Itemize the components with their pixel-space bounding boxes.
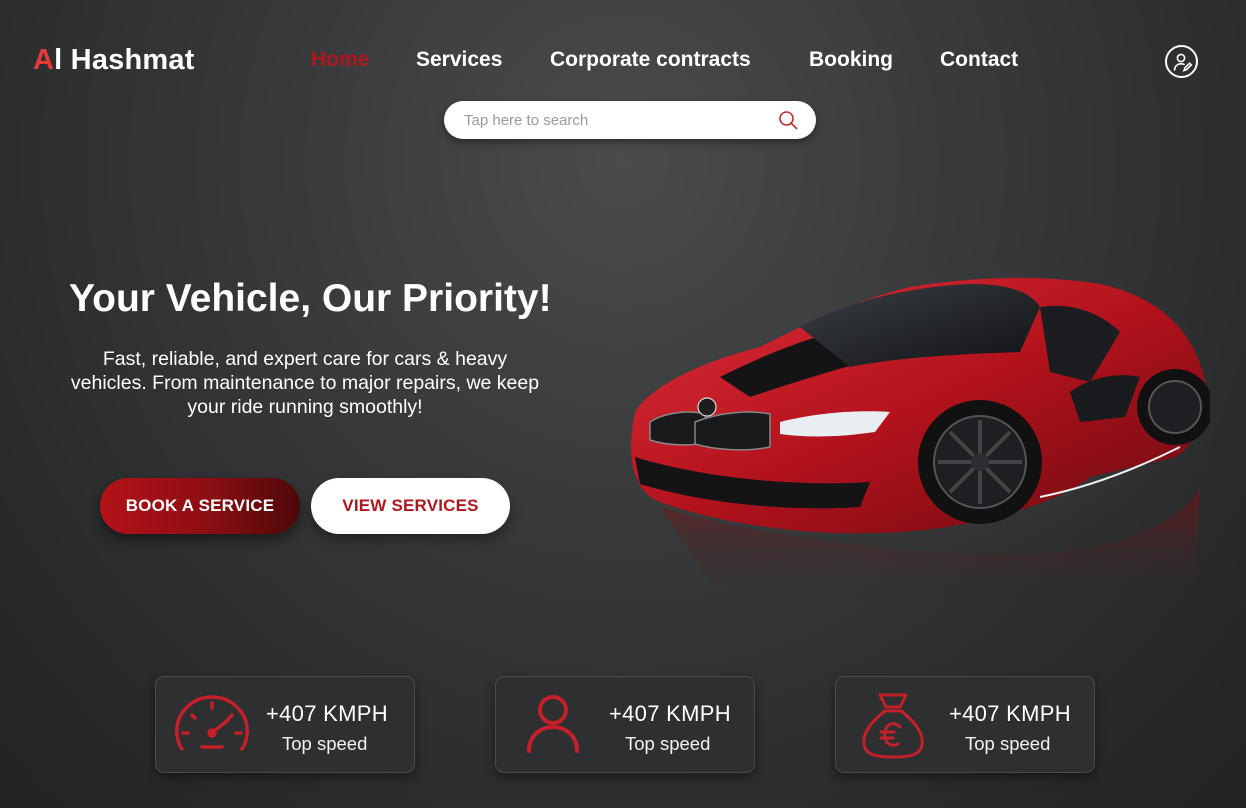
search-input[interactable] [464,110,764,130]
stat-card-top-speed: +407 KMPH Top speed [155,676,415,773]
stat-value: +407 KMPH [949,701,1071,726]
money-bag-euro-icon [862,693,924,759]
hero-title: Your Vehicle, Our Priority! [69,277,552,320]
nav-item-booking[interactable]: Booking [809,48,893,72]
hero-subtitle: Fast, reliable, and expert care for cars… [70,348,540,418]
stat-label: Top speed [625,733,711,754]
book-service-button[interactable]: BOOK A SERVICE [100,478,300,534]
main-nav: Home Services Corporate contracts Bookin… [0,48,1246,78]
stat-card-top-speed: +407 KMPH Top speed [495,676,755,773]
search-icon[interactable] [778,110,798,130]
stat-label: Top speed [965,733,1051,754]
stat-value: +407 KMPH [266,701,388,726]
sports-car-image [631,262,1210,608]
stat-card-top-speed: +407 KMPH Top speed [835,676,1095,773]
person-icon [527,695,579,753]
stat-value: +407 KMPH [609,701,731,726]
nav-item-services[interactable]: Services [416,48,502,72]
search-bar [444,101,816,139]
nav-item-corporate-contracts[interactable]: Corporate contracts [550,48,751,72]
nav-item-home[interactable]: Home [311,48,369,72]
view-services-button[interactable]: VIEW SERVICES [311,478,510,534]
stat-label: Top speed [282,733,368,754]
user-edit-icon [1173,53,1192,72]
nav-item-contact[interactable]: Contact [940,48,1018,72]
speedometer-icon [175,695,249,751]
user-profile-button[interactable] [1165,45,1198,78]
